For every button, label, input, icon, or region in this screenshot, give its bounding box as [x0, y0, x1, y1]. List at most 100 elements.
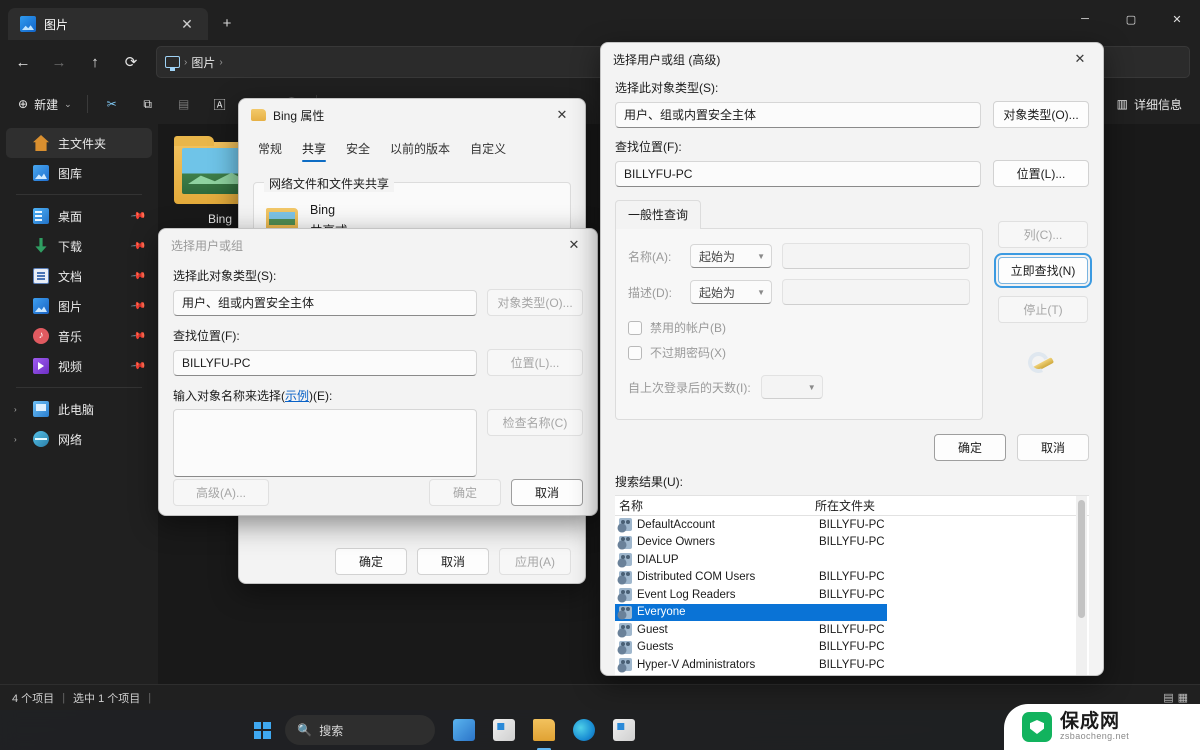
taskbar-app-file-explorer[interactable]: [527, 713, 561, 747]
new-button[interactable]: ⊕ 新建 ⌄: [10, 89, 80, 119]
taskbar-search[interactable]: 🔍 搜索: [285, 715, 435, 745]
window-close-button[interactable]: ✕: [1154, 0, 1200, 38]
sidebar-item-10[interactable]: ›网络: [6, 424, 152, 454]
paste-button[interactable]: ▤: [167, 89, 201, 119]
adv-object-type-field[interactable]: 用户、组或内置安全主体: [615, 102, 981, 128]
taskbar-app-edge[interactable]: [567, 713, 601, 747]
non-expiring-password-checkbox[interactable]: [628, 346, 642, 360]
list-view-icon[interactable]: ▤: [1163, 691, 1173, 704]
grid-view-icon[interactable]: ▦: [1178, 691, 1188, 704]
advanced-ok-button[interactable]: 确定: [934, 434, 1006, 461]
breadcrumb-current[interactable]: 图片: [191, 54, 215, 71]
chevron-right-icon[interactable]: ›: [14, 435, 24, 444]
object-type-field[interactable]: 用户、组或内置安全主体: [173, 290, 477, 316]
properties-cancel-button[interactable]: 取消: [417, 548, 489, 575]
results-row[interactable]: Event Log ReadersBILLYFU-PC: [615, 586, 1089, 604]
properties-tab-2[interactable]: 共享: [293, 135, 335, 164]
select-cancel-button[interactable]: 取消: [511, 479, 583, 506]
sidebar-item-8[interactable]: 视频📌: [6, 351, 152, 381]
stop-button[interactable]: 停止(T): [998, 296, 1088, 323]
properties-tab-4[interactable]: 以前的版本: [381, 135, 459, 164]
results-row[interactable]: DIALUP: [615, 551, 1089, 569]
cut-button[interactable]: ✂: [95, 89, 129, 119]
results-row[interactable]: Everyone: [615, 604, 887, 622]
pin-icon[interactable]: 📌: [129, 238, 146, 254]
watermark-url: zsbaocheng.net: [1060, 732, 1129, 741]
days-since-login-select[interactable]: ▼: [761, 375, 823, 399]
tab-pictures[interactable]: 图片 ✕: [8, 8, 208, 40]
results-column-header-1[interactable]: 名称: [615, 497, 815, 514]
properties-ok-button[interactable]: 确定: [335, 548, 407, 575]
advanced-button[interactable]: 高级(A)...: [173, 479, 269, 506]
new-tab-button[interactable]: +: [214, 10, 240, 36]
results-row[interactable]: DefaultAccountBILLYFU-PC: [615, 516, 1089, 534]
sidebar-item-3[interactable]: 桌面📌: [6, 201, 152, 231]
sidebar-item-7[interactable]: 音乐📌: [6, 321, 152, 351]
pin-icon[interactable]: 📌: [129, 298, 146, 314]
location-button[interactable]: 位置(L)...: [487, 349, 583, 376]
sidebar-item-1[interactable]: 主文件夹: [6, 128, 152, 158]
maximize-button[interactable]: ▢: [1108, 0, 1154, 38]
close-icon[interactable]: ✕: [557, 231, 591, 259]
results-scrollbar[interactable]: [1076, 496, 1087, 676]
examples-link[interactable]: 示例: [285, 389, 309, 403]
results-row[interactable]: IIS_IUSRSBILLYFU-PC: [615, 674, 1089, 677]
results-row[interactable]: GuestsBILLYFU-PC: [615, 639, 1089, 657]
description-value-input[interactable]: [782, 279, 970, 305]
result-folder: BILLYFU-PC: [819, 589, 969, 601]
results-row[interactable]: GuestBILLYFU-PC: [615, 621, 1089, 639]
scrollbar-thumb[interactable]: [1078, 500, 1085, 618]
general-query-tab[interactable]: 一般性查询: [615, 200, 701, 229]
adv-location-field[interactable]: BILLYFU-PC: [615, 161, 981, 187]
pin-icon[interactable]: 📌: [129, 268, 146, 284]
location-field[interactable]: BILLYFU-PC: [173, 350, 477, 376]
forward-button[interactable]: →: [42, 46, 76, 78]
copy-button[interactable]: ⧉: [131, 89, 165, 119]
tab-close-icon[interactable]: ✕: [174, 11, 200, 37]
properties-apply-button[interactable]: 应用(A): [499, 548, 571, 575]
sidebar-item-6[interactable]: 图片📌: [6, 291, 152, 321]
chevron-right-icon[interactable]: ›: [14, 405, 24, 414]
description-condition-select[interactable]: 起始为 ▼: [690, 280, 772, 304]
back-button[interactable]: ←: [6, 46, 40, 78]
taskbar-app-widgets[interactable]: [447, 713, 481, 747]
sidebar-item-2[interactable]: 图库: [6, 158, 152, 188]
properties-tab-5[interactable]: 自定义: [461, 135, 515, 164]
name-condition-select[interactable]: 起始为 ▼: [690, 244, 772, 268]
close-icon[interactable]: ✕: [545, 101, 579, 129]
chevron-down-icon: ⌄: [64, 99, 72, 110]
rename-button[interactable]: 🄰: [203, 89, 237, 119]
pin-icon[interactable]: 📌: [129, 208, 146, 224]
search-results-list[interactable]: 名称所在文件夹 DefaultAccountBILLYFU-PCDevice O…: [615, 495, 1089, 676]
adv-location-button[interactable]: 位置(L)...: [993, 160, 1089, 187]
refresh-button[interactable]: ⟳: [114, 46, 148, 78]
object-names-textarea[interactable]: [173, 409, 477, 477]
properties-tab-3[interactable]: 安全: [337, 135, 379, 164]
properties-tab-1[interactable]: 常规: [249, 135, 291, 164]
disabled-accounts-checkbox[interactable]: [628, 321, 642, 335]
name-value-input[interactable]: [782, 243, 970, 269]
results-row[interactable]: Distributed COM UsersBILLYFU-PC: [615, 569, 1089, 587]
find-now-button[interactable]: 立即查找(N): [998, 257, 1088, 284]
results-row[interactable]: Hyper-V AdministratorsBILLYFU-PC: [615, 656, 1089, 674]
pin-icon[interactable]: 📌: [129, 328, 146, 344]
minimize-button[interactable]: ─: [1062, 0, 1108, 38]
advanced-cancel-button[interactable]: 取消: [1017, 434, 1089, 461]
check-names-button[interactable]: 检查名称(C): [487, 409, 583, 436]
pin-icon[interactable]: 📌: [129, 358, 146, 374]
taskbar-app-task-view[interactable]: [487, 713, 521, 747]
up-button[interactable]: ↑: [78, 46, 112, 78]
taskbar-app-microsoft-store[interactable]: [607, 713, 641, 747]
results-row[interactable]: Device OwnersBILLYFU-PC: [615, 534, 1089, 552]
start-button[interactable]: [245, 713, 279, 747]
sidebar-item-5[interactable]: 文档📌: [6, 261, 152, 291]
results-column-header-2[interactable]: 所在文件夹: [815, 497, 965, 514]
object-type-button[interactable]: 对象类型(O)...: [487, 289, 583, 316]
sidebar-item-9[interactable]: ›此电脑: [6, 394, 152, 424]
columns-button[interactable]: 列(C)...: [998, 221, 1088, 248]
select-ok-button[interactable]: 确定: [429, 479, 501, 506]
close-icon[interactable]: ✕: [1063, 45, 1097, 73]
sidebar-item-4[interactable]: 下载📌: [6, 231, 152, 261]
adv-object-type-button[interactable]: 对象类型(O)...: [993, 101, 1089, 128]
details-pane-button[interactable]: ▥ 详细信息: [1109, 89, 1190, 119]
